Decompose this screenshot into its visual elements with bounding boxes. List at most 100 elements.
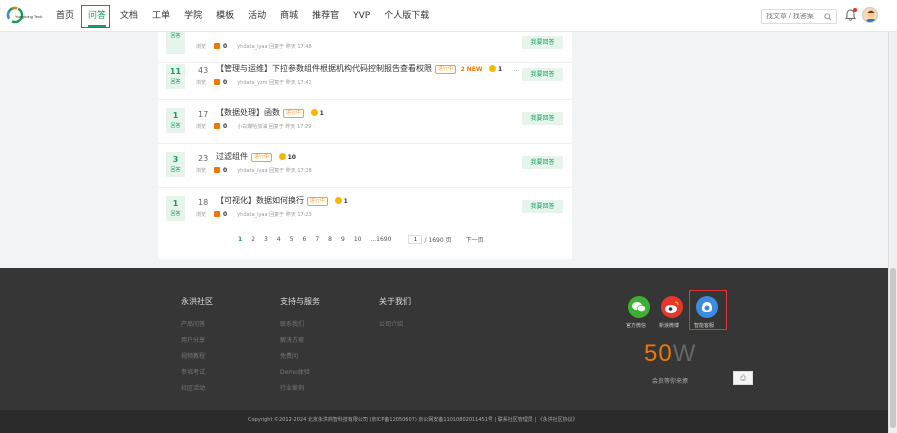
page-9[interactable]: 9 xyxy=(341,236,345,243)
question-title-text[interactable]: 【可视化】数据如何换行 xyxy=(216,196,304,205)
answer-button[interactable]: 我要回答 xyxy=(522,156,563,169)
notification-dot xyxy=(853,8,857,12)
answer-button[interactable]: 我要回答 xyxy=(522,200,563,213)
top-navigation-bar: Yonghong Tech 首页 问答 文档 工单 学院 模板 活动 商城 推荐… xyxy=(0,0,897,32)
footer-link[interactable]: 公司介绍 xyxy=(379,319,411,328)
coin-icon xyxy=(489,65,497,72)
thumbs-up-icon[interactable] xyxy=(214,43,220,49)
page-total: / 1690 页 xyxy=(424,237,452,244)
page-8[interactable]: 8 xyxy=(328,236,332,243)
nav-events[interactable]: 活动 xyxy=(248,0,266,32)
question-meta: 0 小白爆哈加油 回复于 昨天 17:29 xyxy=(214,123,311,130)
footer-link[interactable]: 社区活动 xyxy=(181,383,213,392)
search-input[interactable] xyxy=(762,13,818,20)
question-title[interactable]: 过滤组件 进行中 10 xyxy=(216,151,296,162)
status-badge: 进行中 xyxy=(283,109,305,118)
search-icon[interactable] xyxy=(824,13,832,21)
question-title-text[interactable]: 【管理与运维】下拉参数组件根据机构代码控制报告查看权限 xyxy=(216,64,432,73)
answer-count-label: 回答 xyxy=(170,33,181,39)
question-title-text[interactable]: 过滤组件 xyxy=(216,152,248,161)
view-label: 浏览 xyxy=(196,168,207,174)
question-title[interactable]: 【数据处理】函数 进行中 1 xyxy=(216,107,324,118)
wechat-label: 官方微信 xyxy=(626,323,647,329)
page-4[interactable]: 4 xyxy=(277,236,281,243)
nav-templates[interactable]: 模板 xyxy=(216,0,234,32)
weibo-icon[interactable] xyxy=(661,296,683,318)
nav-tickets[interactable]: 工单 xyxy=(152,0,170,32)
footer-link[interactable]: 用户分享 xyxy=(181,335,213,344)
page-2[interactable]: 2 xyxy=(251,236,255,243)
question-title-text[interactable]: 【数据处理】函数 xyxy=(216,108,280,117)
coin-icon xyxy=(334,197,342,204)
footer-link[interactable]: 行业案例 xyxy=(280,383,320,392)
nav-home[interactable]: 首页 xyxy=(56,0,74,32)
footer-link[interactable]: 解决方案 xyxy=(280,335,320,344)
search-box[interactable] xyxy=(761,9,837,24)
page-7[interactable]: 7 xyxy=(315,236,319,243)
status-badge: 进行中 xyxy=(251,153,273,162)
footer-link[interactable]: 免费问 xyxy=(280,351,320,360)
scrollbar-thumb[interactable] xyxy=(890,268,896,428)
page-3[interactable]: 3 xyxy=(264,236,268,243)
reward: 1 xyxy=(334,197,348,205)
answer-button[interactable]: 我要回答 xyxy=(522,36,563,49)
answer-count-label: 回答 xyxy=(170,123,181,129)
weibo-label: 新浪微博 xyxy=(659,323,680,329)
like-count: 0 xyxy=(223,167,228,174)
page-jump-input[interactable] xyxy=(408,235,423,244)
list-item[interactable]: 1 回答 17 浏览 【数据处理】函数 进行中 1 0 小白爆哈加油 回复于 昨天 … xyxy=(158,100,572,144)
new-count: 2 xyxy=(460,66,465,73)
member-caption: 会员等你来撩 xyxy=(652,378,689,385)
nav-recommender[interactable]: 推荐官 xyxy=(312,0,339,32)
page-last[interactable]: ...1690 xyxy=(370,236,391,243)
footer-link[interactable]: 联系我们 xyxy=(280,319,320,328)
footer-link[interactable]: 视频教程 xyxy=(181,351,213,360)
nav-personal-download[interactable]: 个人版下载 xyxy=(384,0,429,32)
page-6[interactable]: 6 xyxy=(303,236,307,243)
footer-link[interactable]: 产品问答 xyxy=(181,319,213,328)
thumbs-up-icon[interactable] xyxy=(214,123,220,129)
answer-button[interactable]: 我要回答 xyxy=(522,68,563,81)
footer-link[interactable]: Demo体验 xyxy=(280,367,320,376)
list-item[interactable]: 3 回答 23 浏览 过滤组件 进行中 10 0 yhdata_lyaa 回复于 昨… xyxy=(158,144,572,188)
question-title[interactable]: 【可视化】数据如何换行 进行中 1 xyxy=(216,195,348,206)
thumbs-up-icon[interactable] xyxy=(214,211,220,217)
answer-count-box: 11 回答 xyxy=(166,64,185,89)
question-title[interactable]: 【管理与运维】下拉参数组件根据机构代码控制报告查看权限 进行中 2 NEW 1 ..… xyxy=(216,63,520,74)
reply-info: yhdata_lyaa 回复于 昨天 17:48 xyxy=(237,44,312,50)
avatar[interactable] xyxy=(862,7,878,23)
question-meta: 0 yhdata_lyaa 回复于 昨天 17:28 xyxy=(214,167,312,174)
answer-count: 1 xyxy=(172,199,179,208)
thumbs-up-icon[interactable] xyxy=(214,167,220,173)
like-count: 0 xyxy=(223,211,228,218)
footer-bottom: Copyright ©2012-2024 北京永洪商智科技有限公司 (京ICP备… xyxy=(0,410,888,433)
nav-qa[interactable]: 问答 xyxy=(88,0,107,32)
next-page-button[interactable]: 下一页 xyxy=(466,235,484,244)
footer-link[interactable]: 参培考试 xyxy=(181,367,213,376)
reply-info: yhdata_lyaa 回复于 昨天 17:28 xyxy=(237,168,312,174)
wechat-icon[interactable] xyxy=(628,296,650,318)
page-5[interactable]: 5 xyxy=(290,236,294,243)
answer-count: 1 xyxy=(172,111,179,120)
nav-yvp[interactable]: YVP xyxy=(353,0,370,32)
list-item[interactable]: 1 回答 18 浏览 【可视化】数据如何换行 进行中 1 0 yhdata_lyaa… xyxy=(158,188,572,232)
list-item[interactable]: 11 回答 43 浏览 【管理与运维】下拉参数组件根据机构代码控制报告查看权限进… xyxy=(158,56,572,100)
scrollbar[interactable] xyxy=(888,32,897,433)
member-count-unit: W xyxy=(672,340,697,367)
nav-academy[interactable]: 学院 xyxy=(184,0,202,32)
answer-count-box: 1 回答 xyxy=(166,108,185,133)
page-10[interactable]: 10 xyxy=(354,236,362,243)
footer-column-support: 支持与服务 联系我们 解决方案 免费问 Demo体验 行业案例 xyxy=(280,296,320,399)
reply-info: 小白爆哈加油 回复于 昨天 17:29 xyxy=(237,124,312,130)
more-text[interactable]: ... xyxy=(514,66,520,73)
nav-docs[interactable]: 文档 xyxy=(120,0,138,32)
view-count: 23 xyxy=(198,154,209,163)
nav-store[interactable]: 商城 xyxy=(280,0,298,32)
page-1[interactable]: 1 xyxy=(238,236,242,243)
thumbs-up-icon[interactable] xyxy=(214,79,220,85)
reward-value: 1 xyxy=(498,66,503,73)
answer-button[interactable]: 我要回答 xyxy=(522,112,563,125)
sign-in-icon[interactable]: ⎙ xyxy=(733,371,753,385)
footer: 永洪社区 产品问答 用户分享 视频教程 参培考试 社区活动 支持与服务 联系我们… xyxy=(0,268,888,410)
member-count: 50W xyxy=(644,340,696,368)
